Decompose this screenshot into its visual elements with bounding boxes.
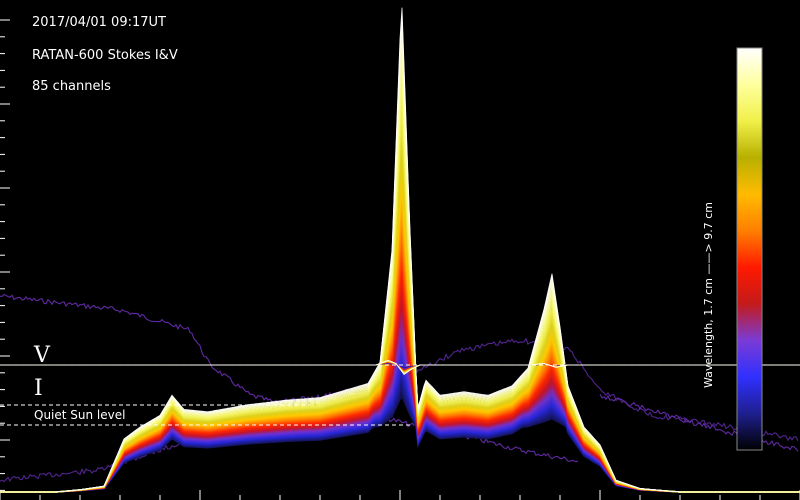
quiet-sun-label: Quiet Sun level — [34, 408, 125, 422]
v-series-label: V — [33, 343, 51, 368]
timestamp-label: 2017/04/01 09:17UT — [32, 15, 166, 30]
colorbar-label: Wavelength, 1.7 cm ——> 9.7 cm — [702, 202, 715, 388]
spectra-plot: 2017/04/01 09:17UT RATAN-600 Stokes I&V … — [0, 0, 800, 500]
channel-count-label: 85 channels — [32, 79, 111, 94]
instrument-label: RATAN-600 Stokes I&V — [32, 48, 178, 63]
i-series-label: I — [34, 376, 43, 401]
wavelength-colorbar — [736, 47, 763, 451]
